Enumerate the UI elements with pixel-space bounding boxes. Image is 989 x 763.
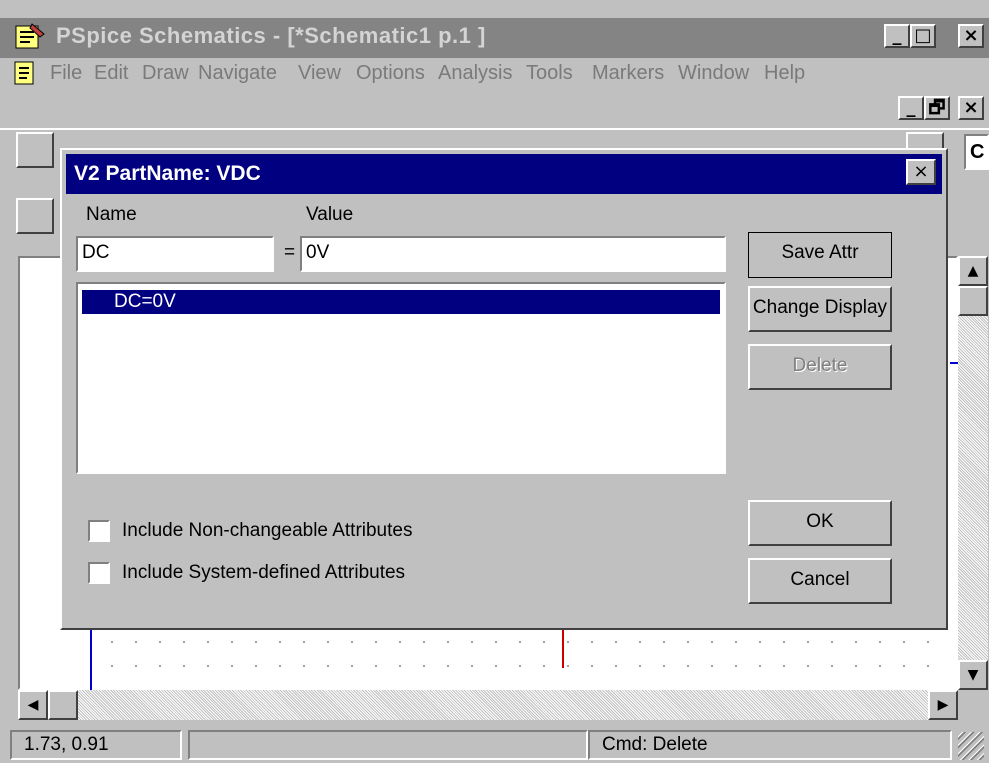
- menu-navigate[interactable]: Navigate: [198, 62, 277, 85]
- scroll-thumb[interactable]: [958, 286, 988, 316]
- ok-button[interactable]: OK: [748, 500, 892, 546]
- menu-markers[interactable]: Markers: [592, 62, 664, 85]
- scroll-left-icon[interactable]: ◀: [18, 690, 48, 720]
- horizontal-scrollbar[interactable]: ◀ ▶: [18, 690, 958, 720]
- non-changeable-checkbox[interactable]: [88, 520, 110, 542]
- status-command: Cmd: Delete: [588, 730, 952, 760]
- draw-toolbar-button[interactable]: [16, 198, 54, 234]
- value-field[interactable]: 0V: [300, 236, 726, 272]
- scroll-thumb-horizontal[interactable]: [48, 690, 78, 720]
- system-defined-label: Include System-defined Attributes: [122, 562, 406, 583]
- pspice-app-icon[interactable]: [14, 22, 46, 52]
- app-title-bar: PSpice Schematics - [*Schematic1 p.1 ]: [0, 18, 989, 58]
- menu-draw[interactable]: Draw: [142, 62, 189, 85]
- cancel-button[interactable]: Cancel: [748, 558, 892, 604]
- change-display-button[interactable]: Change Display: [748, 286, 892, 332]
- resize-grip-icon[interactable]: [958, 732, 984, 760]
- menu-bar: File Edit Draw Navigate View Options Ana…: [0, 58, 989, 92]
- menu-window[interactable]: Window: [678, 62, 749, 85]
- scroll-up-icon[interactable]: ▲: [958, 256, 988, 286]
- system-defined-checkbox[interactable]: [88, 562, 110, 584]
- non-changeable-label: Include Non-changeable Attributes: [122, 520, 413, 541]
- value-label: Value: [306, 204, 354, 225]
- status-coordinates: 1.73, 0.91: [10, 730, 182, 760]
- scroll-down-icon[interactable]: ▼: [958, 660, 988, 690]
- save-attr-button[interactable]: Save Attr: [748, 232, 892, 278]
- mdi-restore-button[interactable]: 🗗: [924, 96, 950, 120]
- mdi-minimize-button[interactable]: _: [898, 96, 924, 120]
- menu-view[interactable]: View: [298, 62, 341, 85]
- menu-help[interactable]: Help: [764, 62, 805, 85]
- minimize-button[interactable]: _: [884, 24, 910, 48]
- mdi-close-button[interactable]: ×: [958, 96, 984, 120]
- part-attributes-dialog: V2 PartName: VDC × Name Value DC = 0V DC…: [60, 148, 948, 630]
- list-item[interactable]: DC=0V: [81, 289, 721, 315]
- equals-sign: =: [284, 242, 296, 263]
- dialog-title: V2 PartName: VDC: [66, 154, 942, 194]
- scroll-right-icon[interactable]: ▶: [928, 690, 958, 720]
- dialog-close-icon[interactable]: ×: [906, 159, 936, 185]
- document-icon[interactable]: [12, 60, 38, 86]
- menu-edit[interactable]: Edit: [94, 62, 128, 85]
- name-field[interactable]: DC: [76, 236, 274, 272]
- delete-button[interactable]: Delete: [748, 344, 892, 390]
- menu-tools[interactable]: Tools: [526, 62, 573, 85]
- app-title: PSpice Schematics - [*Schematic1 p.1 ]: [56, 23, 486, 48]
- vertical-scrollbar[interactable]: ▲ ▼: [958, 256, 988, 690]
- maximize-button[interactable]: □: [910, 24, 936, 48]
- menu-options[interactable]: Options: [356, 62, 425, 85]
- grid-dots: [100, 630, 950, 686]
- status-bar: 1.73, 0.91 Cmd: Delete: [0, 724, 989, 763]
- name-label: Name: [86, 204, 137, 225]
- part-combo-input[interactable]: C: [964, 134, 989, 170]
- status-message: [188, 730, 588, 760]
- new-file-icon[interactable]: [16, 132, 54, 168]
- menu-analysis[interactable]: Analysis: [438, 62, 512, 85]
- attribute-list[interactable]: DC=0V: [76, 282, 726, 474]
- menu-file[interactable]: File: [50, 62, 82, 85]
- close-button[interactable]: ×: [958, 24, 984, 48]
